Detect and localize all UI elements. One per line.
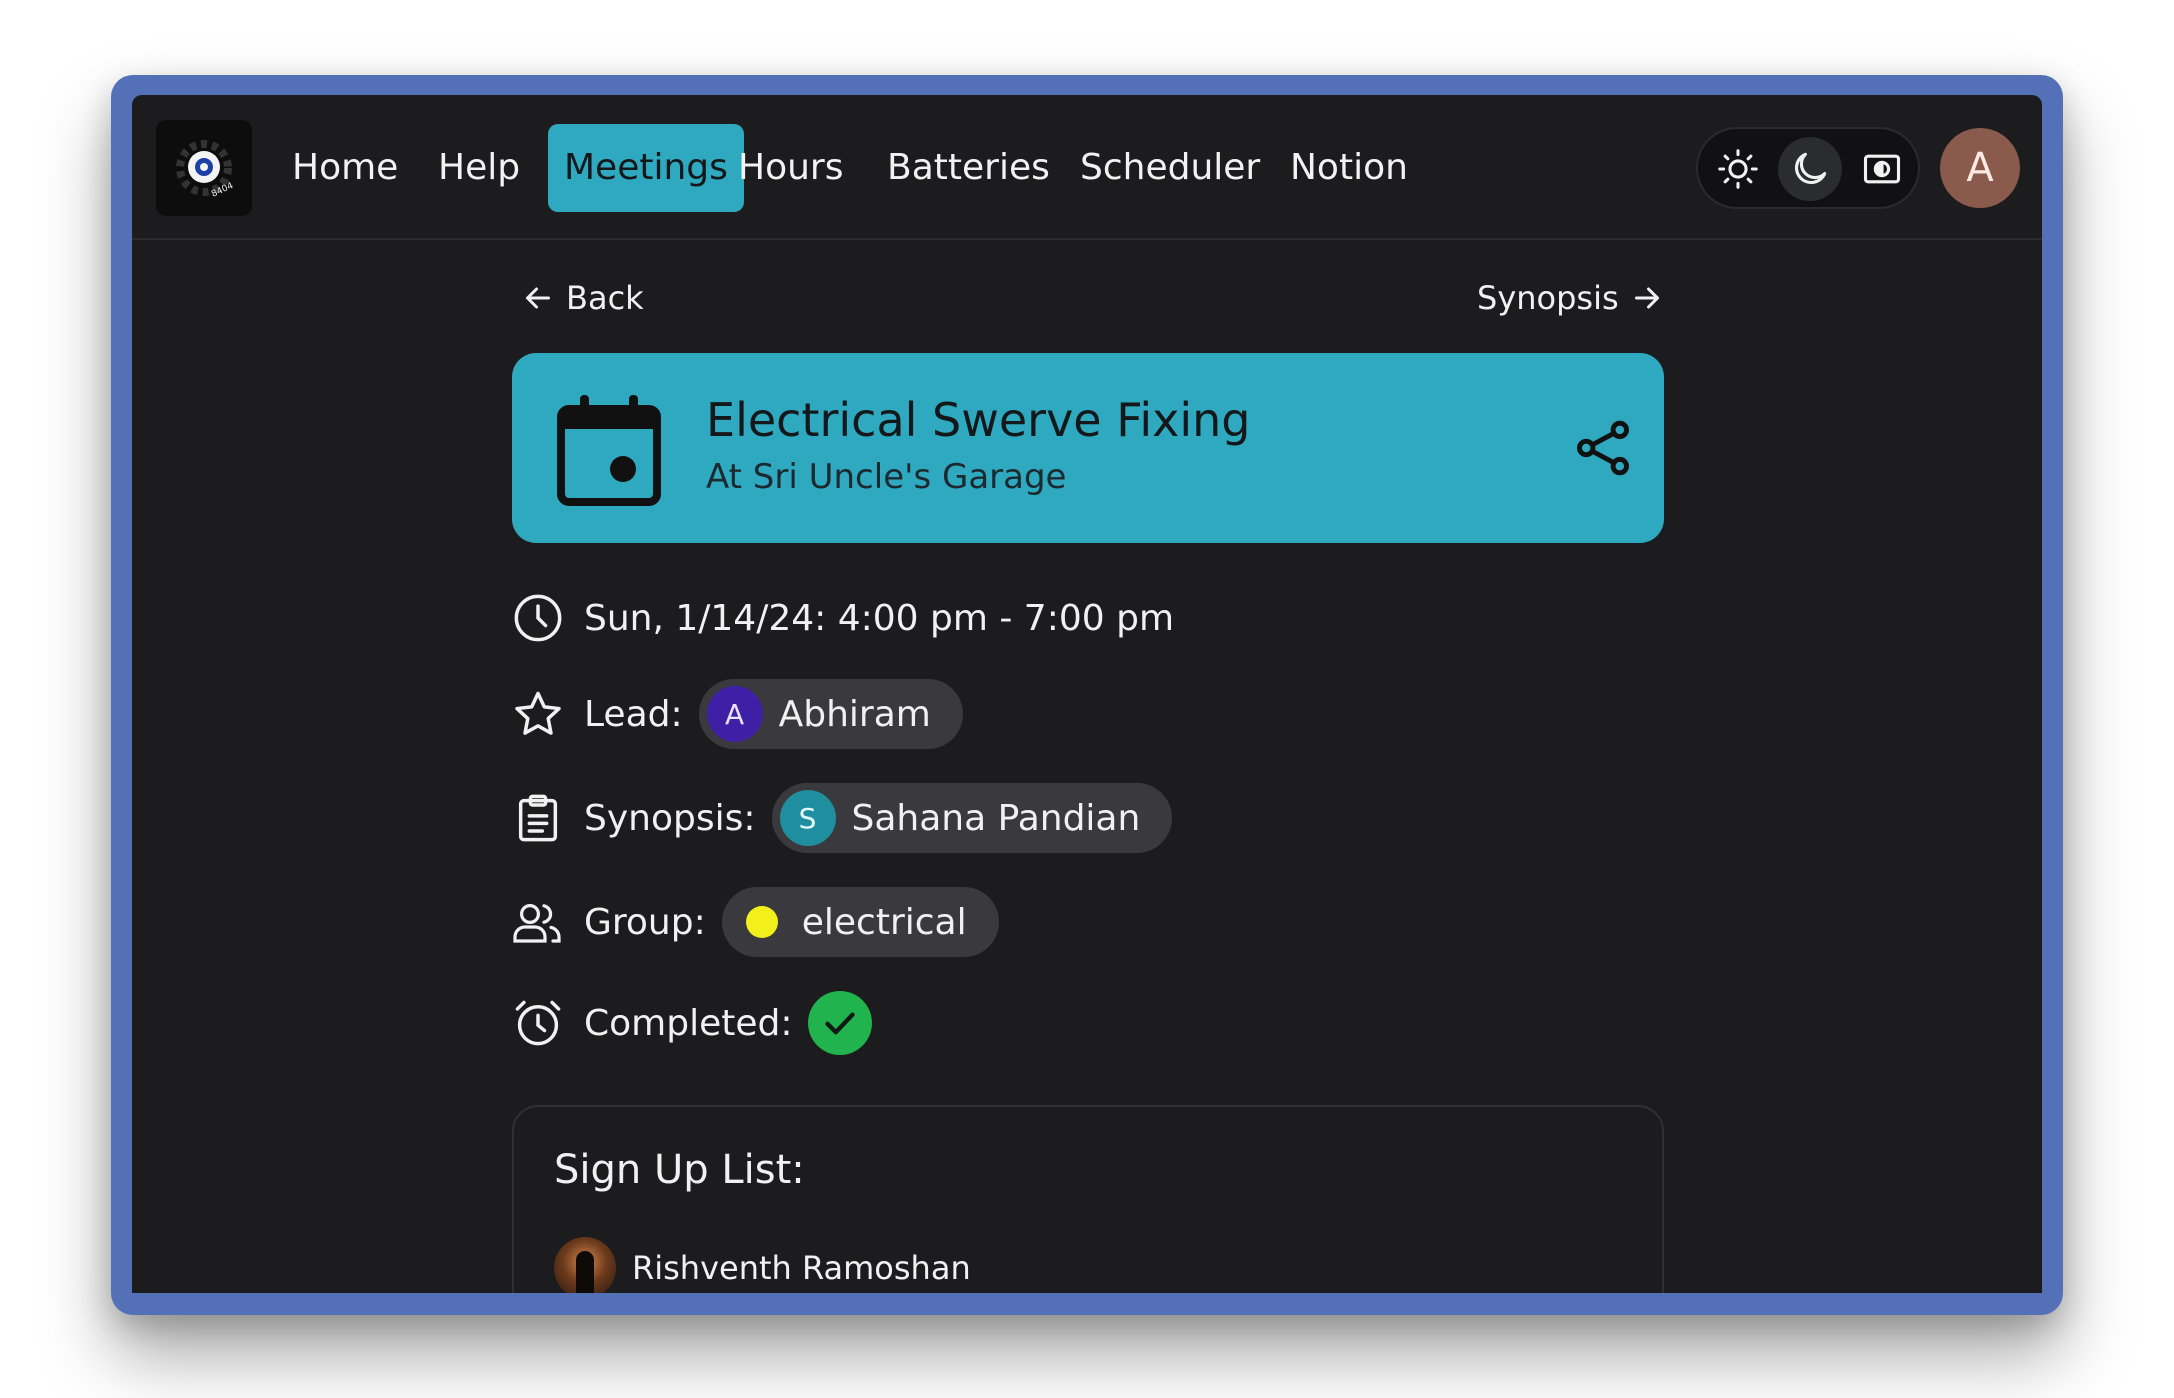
nav-meetings[interactable]: Meetings [548,124,744,212]
contrast-icon [1863,154,1901,184]
dark-theme-button[interactable] [1778,137,1842,201]
synopsis-chip[interactable]: S Sahana Pandian [771,783,1173,853]
group-label: Group: [584,901,706,943]
star-icon [515,691,561,735]
calendar-icon [557,395,661,506]
clipboard-icon [518,794,558,842]
moon-icon [1795,152,1827,184]
theme-switcher [1696,127,1920,209]
datetime-row: Sun, 1/14/24: 4:00 pm - 7:00 pm [512,583,1174,653]
person-name: Rishventh Ramoshan [632,1249,971,1287]
synopsis-row: Synopsis: S Sahana Pandian [512,783,1173,853]
alarm-clock-icon [515,1000,561,1046]
nav-scheduler[interactable]: Scheduler [1064,124,1276,212]
user-avatar[interactable]: A [1940,128,2020,208]
signup-title: Sign Up List: [554,1147,805,1193]
meeting-location: At Sri Uncle's Garage [706,457,1067,497]
completed-check-badge [808,991,873,1055]
synopsis-avatar: S [779,790,836,846]
group-color-dot [745,906,778,938]
synopsis-name: Sahana Pandian [851,797,1141,839]
group-chip[interactable]: electrical [721,887,999,957]
back-label: Back [566,279,644,317]
group-row: Group: electrical [512,887,999,957]
light-theme-button[interactable] [1706,137,1770,201]
arrow-right-icon [1634,287,1659,309]
synopsis-link-label: Synopsis [1477,279,1619,317]
system-theme-button[interactable] [1850,137,1914,201]
synopsis-link[interactable]: Synopsis [1477,273,1665,323]
nav-hours[interactable]: Hours [722,124,859,212]
synopsis-label: Synopsis: [584,797,756,839]
nav-notion[interactable]: Notion [1274,124,1424,212]
users-icon [513,904,561,943]
navbar: 8404 Home Help Meetings Hours Batteries … [132,95,2042,240]
signup-list-item[interactable]: Rishventh Ramoshan [554,1237,971,1293]
lead-label: Lead: [584,693,683,735]
group-name: electrical [801,901,967,943]
gear-logo-icon: 8404 [176,140,235,200]
lead-row: Lead: A Abhiram [512,679,963,749]
meeting-title: Electrical Swerve Fixing [706,393,1251,447]
completed-label: Completed: [584,1002,793,1044]
person-photo [554,1237,616,1293]
clock-icon [514,594,562,642]
signup-list-card: Sign Up List: Rishventh Ramoshan [512,1105,1664,1293]
sun-icon [1718,149,1758,189]
arrow-left-icon [526,287,550,309]
team-logo[interactable]: 8404 [156,120,252,216]
logo-text: 8404 [210,181,235,200]
lead-chip[interactable]: A Abhiram [698,679,963,749]
app-window: 8404 Home Help Meetings Hours Batteries … [132,95,2042,1293]
completed-row: Completed: [512,988,873,1058]
nav-help[interactable]: Help [422,124,536,212]
lead-name: Abhiram [778,693,931,735]
checkmark-icon [825,1012,856,1035]
nav-home[interactable]: Home [276,124,414,212]
nav-batteries[interactable]: Batteries [871,124,1066,212]
lead-avatar: A [706,686,763,742]
meeting-header-card: Electrical Swerve Fixing At Sri Uncle's … [512,353,1664,543]
meeting-datetime: Sun, 1/14/24: 4:00 pm - 7:00 pm [584,597,1175,639]
share-icon[interactable] [1572,417,1634,479]
back-link[interactable]: Back [520,273,644,323]
